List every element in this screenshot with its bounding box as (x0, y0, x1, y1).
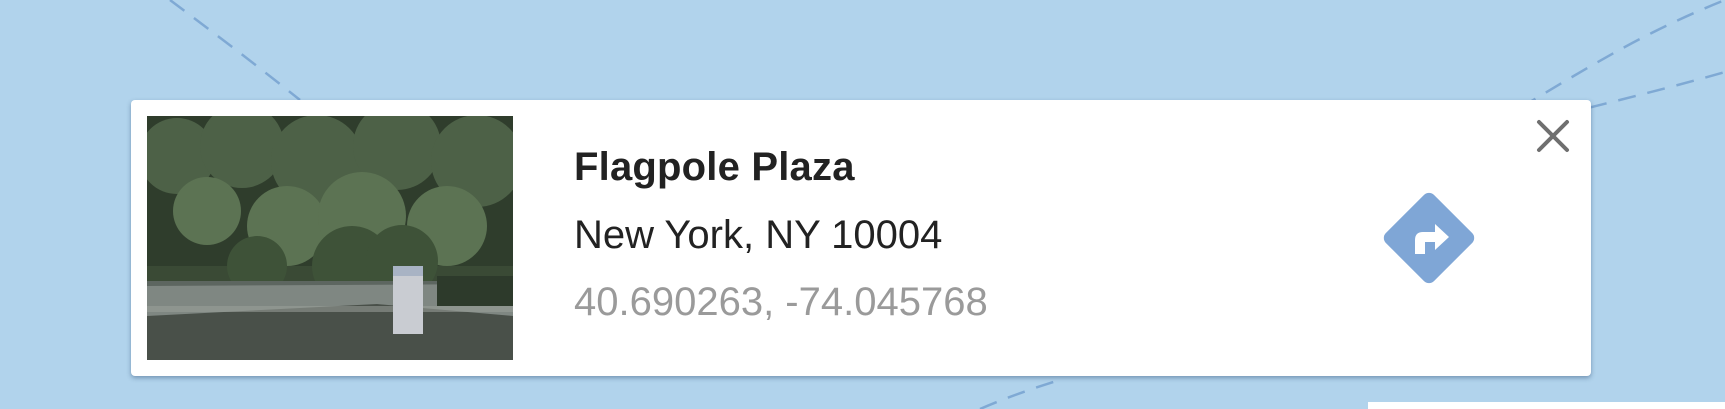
place-photo[interactable] (147, 116, 513, 360)
map-route-line (979, 378, 1061, 409)
directions-button[interactable] (1371, 180, 1487, 296)
map-tile-edge (1368, 402, 1725, 409)
directions-arrow-icon (1383, 192, 1475, 284)
close-icon (1537, 120, 1569, 152)
place-address: New York, NY 10004 (574, 213, 943, 257)
place-coordinates: 40.690263, -74.045768 (574, 280, 988, 324)
close-button[interactable] (1531, 114, 1575, 158)
place-info-card: Flagpole Plaza New York, NY 10004 40.690… (131, 100, 1591, 376)
map-route-line (169, 0, 301, 101)
map-route-line (1519, 0, 1725, 110)
place-title: Flagpole Plaza (574, 145, 855, 189)
